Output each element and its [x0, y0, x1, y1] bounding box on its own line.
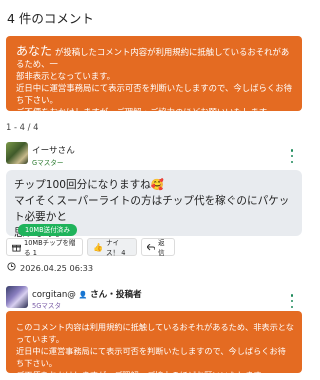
- send-tip-label: 10MBチップを贈る 1: [24, 239, 76, 257]
- page-title: 4 件のコメント: [7, 11, 94, 26]
- more-options-icon[interactable]: [288, 294, 296, 308]
- poster-label: さん・投稿者: [90, 290, 142, 300]
- notice-line-2: 近日中に運営事務局にて表示可否を判断いたしますので、今しばらくお待ち下さい。: [16, 346, 286, 368]
- notice-line-1: が投稿したコメント内容が利用規約に抵触しているおそれがあるため、一: [16, 47, 290, 69]
- comment-username[interactable]: corgitan@ 👤 さん・投稿者: [32, 288, 142, 300]
- user-rank-badge: Gマスター: [32, 159, 64, 167]
- notice-line-4: ご不便をおかけしますが、ご理解・ご協力のほどお願いいたします。: [16, 107, 275, 117]
- notice-line-3: 近日中に運営事務局にて表示可否を判断いたしますので、今しばらくお待ち下さい。: [16, 83, 293, 105]
- comment-range: 1 - 4 / 4: [6, 122, 39, 132]
- comment-text-line: チップ100回分になりますね🥰: [14, 179, 164, 191]
- tip-sent-badge: 10MB送付済み: [18, 224, 77, 236]
- user-rank-badge: 5Gマスタ: [32, 302, 62, 310]
- username-text: corgitan@: [32, 290, 76, 300]
- notice-line-3: ご不便をおかけしますが、ご理解・ご協力のほどお願いいたします。: [16, 370, 269, 380]
- user-icon: 👤: [78, 291, 88, 299]
- comment-username[interactable]: イーサさん: [32, 144, 75, 156]
- clock-icon: [7, 262, 16, 273]
- nice-button[interactable]: 👍 ナイス！ 4: [87, 238, 137, 257]
- thumbs-up-icon: 👍: [93, 242, 103, 252]
- send-tip-button[interactable]: 10MBチップを贈る 1: [6, 238, 83, 257]
- moderation-notice-hidden-comment: このコメント内容は利用規約に抵触しているおそれがあるため、非表示となっています。…: [6, 311, 302, 380]
- notice-user-label: あなた: [16, 44, 53, 58]
- nice-label: ナイス！ 4: [105, 239, 126, 257]
- gift-icon: [12, 243, 21, 252]
- notice-line-2: 部非表示となっています。: [16, 71, 115, 81]
- reply-button[interactable]: 返信: [141, 238, 175, 257]
- reply-icon: [147, 243, 155, 251]
- comment-timestamp: 2026.04.25 06:33: [7, 262, 93, 273]
- notice-line-1: このコメント内容は利用規約に抵触しているおそれがあるため、非表示となっています。: [16, 322, 294, 344]
- reply-label: 返信: [158, 239, 165, 257]
- avatar[interactable]: [6, 286, 28, 308]
- date-text: 2026.04.25 06:33: [20, 262, 94, 273]
- more-options-icon[interactable]: [288, 149, 296, 163]
- moderation-notice-top: あなた が投稿したコメント内容が利用規約に抵触しているおそれがあるため、一 部非表…: [6, 36, 302, 117]
- comment-text-line: マイそくスーパーライトの方はチップ代を稼ぐのに: [14, 195, 258, 207]
- avatar[interactable]: [6, 142, 28, 164]
